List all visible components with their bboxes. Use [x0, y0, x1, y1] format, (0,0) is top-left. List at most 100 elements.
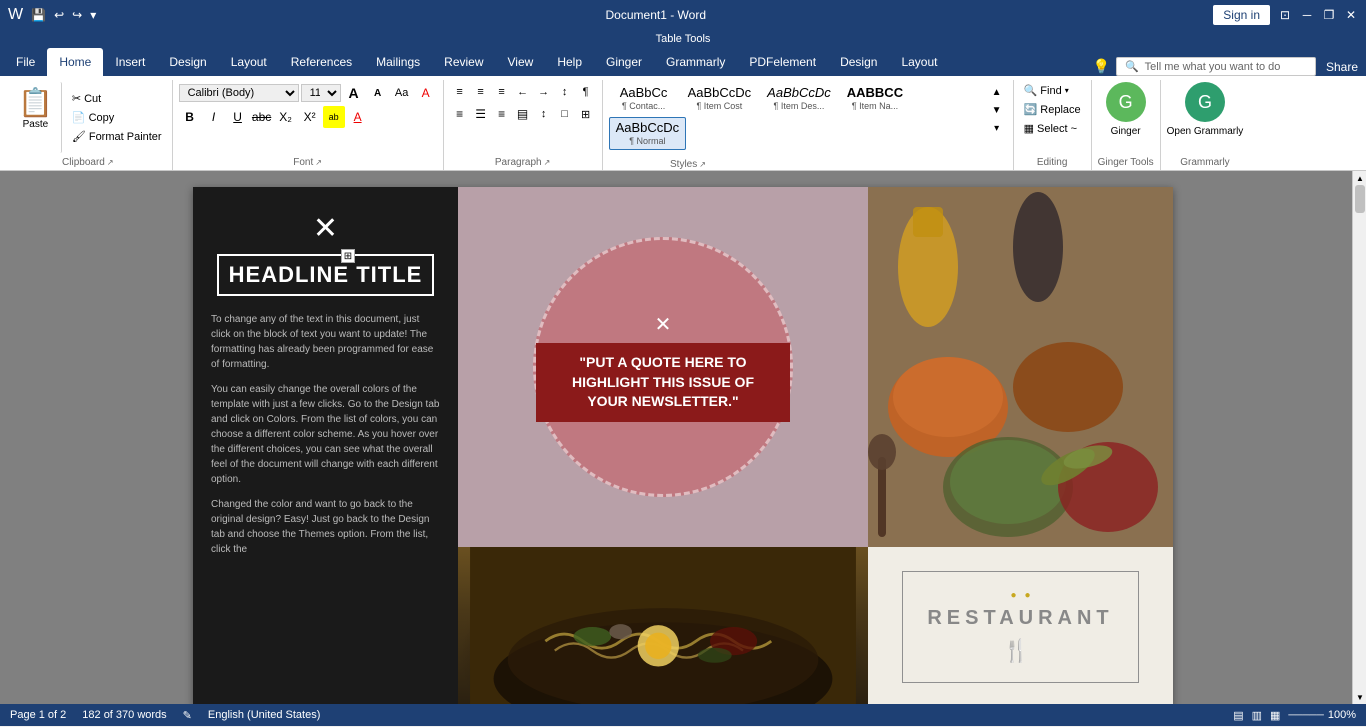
align-left-button[interactable]: ≡: [450, 104, 470, 124]
borders-button[interactable]: ⊞: [576, 104, 596, 124]
style-item-itemdesc[interactable]: AaBbCcDc ¶ Item Des...: [760, 82, 838, 115]
shading-button[interactable]: □: [555, 104, 575, 124]
left-panel[interactable]: ✕ HEADLINE TITLE To change any of the te…: [193, 187, 458, 704]
tell-me-input[interactable]: 🔍 Tell me what you want to do: [1116, 57, 1316, 76]
scroll-thumb[interactable]: [1355, 185, 1365, 213]
style-item-itemname[interactable]: AABBCC ¶ Item Na...: [840, 82, 910, 115]
underline-button[interactable]: U: [227, 106, 249, 128]
scroll-up-arrow[interactable]: ▲: [1353, 171, 1366, 185]
tab-design2[interactable]: Design: [828, 48, 889, 76]
change-case-button[interactable]: Aa: [391, 82, 413, 104]
tab-references[interactable]: References: [279, 48, 364, 76]
shrink-font-button[interactable]: A: [367, 82, 389, 104]
share-button[interactable]: Share: [1326, 60, 1358, 74]
copy-button[interactable]: 📄 Copy: [68, 109, 166, 126]
tab-file[interactable]: File: [4, 48, 47, 76]
paragraph-group: ≡ ≡ ≡ ← → ↕ ¶ ≡ ☰ ≡ ▤ ↕ □ ⊞ Paragraph ↗: [444, 80, 603, 170]
pink-circle[interactable]: ✕ "PUT A QUOTE HERE TO HIGHLIGHT THIS IS…: [533, 237, 793, 497]
body-para1[interactable]: To change any of the text in this docume…: [211, 312, 440, 372]
line-spacing-button[interactable]: ↕: [534, 104, 554, 124]
edit-icon[interactable]: ✎: [183, 709, 192, 722]
ginger-button[interactable]: G: [1106, 82, 1146, 122]
tab-review[interactable]: Review: [432, 48, 495, 76]
font-expand-icon[interactable]: ↗: [315, 158, 322, 167]
format-painter-button[interactable]: 🖌 Format Painter: [68, 128, 166, 145]
align-right-button[interactable]: ≡: [492, 104, 512, 124]
tab-ginger[interactable]: Ginger: [594, 48, 654, 76]
tab-design[interactable]: Design: [157, 48, 218, 76]
tab-insert[interactable]: Insert: [103, 48, 157, 76]
close-button[interactable]: ✕: [1344, 8, 1358, 22]
restore-button[interactable]: ❐: [1322, 8, 1336, 22]
tab-pdfelement[interactable]: PDFelement: [737, 48, 828, 76]
signin-button[interactable]: Sign in: [1213, 5, 1270, 25]
body-para2[interactable]: You can easily change the overall colors…: [211, 382, 440, 487]
cut-button[interactable]: ✂ Cut: [68, 90, 166, 107]
tab-grammarly[interactable]: Grammarly: [654, 48, 737, 76]
decrease-indent-button[interactable]: ←: [513, 82, 533, 102]
zoom-slider[interactable]: ───── 100%: [1288, 709, 1356, 721]
para-row2: ≡ ☰ ≡ ▤ ↕ □ ⊞: [450, 104, 596, 124]
view-print-icon[interactable]: ▤: [1233, 709, 1243, 722]
style-item-itemcost[interactable]: AaBbCcDc ¶ Item Cost: [681, 82, 759, 115]
show-paragraph-button[interactable]: ¶: [576, 82, 596, 102]
quote-text[interactable]: "PUT A QUOTE HERE TO HIGHLIGHT THIS ISSU…: [536, 343, 790, 422]
text-highlight-button[interactable]: ab: [323, 106, 345, 128]
tab-home[interactable]: Home: [47, 48, 103, 76]
tab-help[interactable]: Help: [545, 48, 594, 76]
numbering-button[interactable]: ≡: [471, 82, 491, 102]
body-para3[interactable]: Changed the color and want to go back to…: [211, 497, 440, 557]
clear-formatting-button[interactable]: A: [415, 82, 437, 104]
undo-button[interactable]: ↩: [52, 8, 66, 22]
sort-button[interactable]: ↕: [555, 82, 575, 102]
restaurant-name[interactable]: RESTAURANT: [927, 607, 1113, 630]
center-top[interactable]: ✕ "PUT A QUOTE HERE TO HIGHLIGHT THIS IS…: [458, 187, 868, 547]
font-size-select[interactable]: 11: [301, 84, 341, 102]
scroll-down-arrow[interactable]: ▼: [1353, 690, 1366, 704]
styles-scroll-up[interactable]: ▲: [989, 84, 1005, 100]
tab-layout[interactable]: Layout: [219, 48, 279, 76]
strikethrough-button[interactable]: abc: [251, 106, 273, 128]
clipboard-expand-icon[interactable]: ↗: [107, 158, 114, 167]
styles-expand[interactable]: ▾: [989, 120, 1005, 136]
style-item-normal[interactable]: AaBbCcDc ¶ Normal: [609, 117, 687, 150]
layout-toggle-button[interactable]: ⊡: [1278, 8, 1292, 22]
bullets-button[interactable]: ≡: [450, 82, 470, 102]
bottom-right[interactable]: ● ● RESTAURANT 🍴: [868, 547, 1173, 704]
save-button[interactable]: 💾: [29, 8, 48, 22]
styles-scroll-down[interactable]: ▼: [989, 102, 1005, 118]
select-button[interactable]: ▦ Select ~: [1020, 120, 1081, 137]
vertical-scrollbar[interactable]: ▲ ▼: [1352, 171, 1366, 704]
italic-button[interactable]: I: [203, 106, 225, 128]
find-button[interactable]: 🔍 Find ▾: [1020, 82, 1073, 99]
tab-layout2[interactable]: Layout: [889, 48, 949, 76]
view-web-icon[interactable]: ▥: [1252, 709, 1262, 722]
superscript-button[interactable]: X²: [299, 106, 321, 128]
customize-button[interactable]: ▾: [88, 8, 98, 22]
bold-button[interactable]: B: [179, 106, 201, 128]
styles-expand-icon[interactable]: ↗: [699, 160, 706, 169]
tab-view[interactable]: View: [496, 48, 546, 76]
multilevel-button[interactable]: ≡: [492, 82, 512, 102]
font-color-button[interactable]: A: [347, 106, 369, 128]
redo-button[interactable]: ↪: [70, 8, 84, 22]
grammarly-button[interactable]: G: [1185, 82, 1225, 122]
paragraph-expand-icon[interactable]: ↗: [544, 158, 551, 167]
editing-group: 🔍 Find ▾ 🔄 Replace ▦ Select ~ Editing: [1014, 80, 1092, 170]
style-item-contact[interactable]: AaBbCc ¶ Contac...: [609, 82, 679, 115]
selection-handle[interactable]: ⊞: [341, 249, 355, 263]
replace-button[interactable]: 🔄 Replace: [1020, 101, 1085, 118]
grow-font-button[interactable]: A: [343, 82, 365, 104]
view-read-icon[interactable]: ▦: [1270, 709, 1280, 722]
align-center-button[interactable]: ☰: [471, 104, 491, 124]
subscript-button[interactable]: X₂: [275, 106, 297, 128]
paste-button[interactable]: 📋 Paste: [10, 82, 62, 153]
font-family-select[interactable]: Calibri (Body): [179, 84, 299, 102]
headline-title[interactable]: HEADLINE TITLE: [217, 254, 435, 296]
justify-button[interactable]: ▤: [513, 104, 533, 124]
language[interactable]: English (United States): [208, 709, 321, 721]
minimize-button[interactable]: ─: [1300, 8, 1314, 22]
tab-mailings[interactable]: Mailings: [364, 48, 432, 76]
document-page[interactable]: ⊞ ✕ HEADLINE TITLE To change any of the …: [193, 187, 1173, 704]
increase-indent-button[interactable]: →: [534, 82, 554, 102]
